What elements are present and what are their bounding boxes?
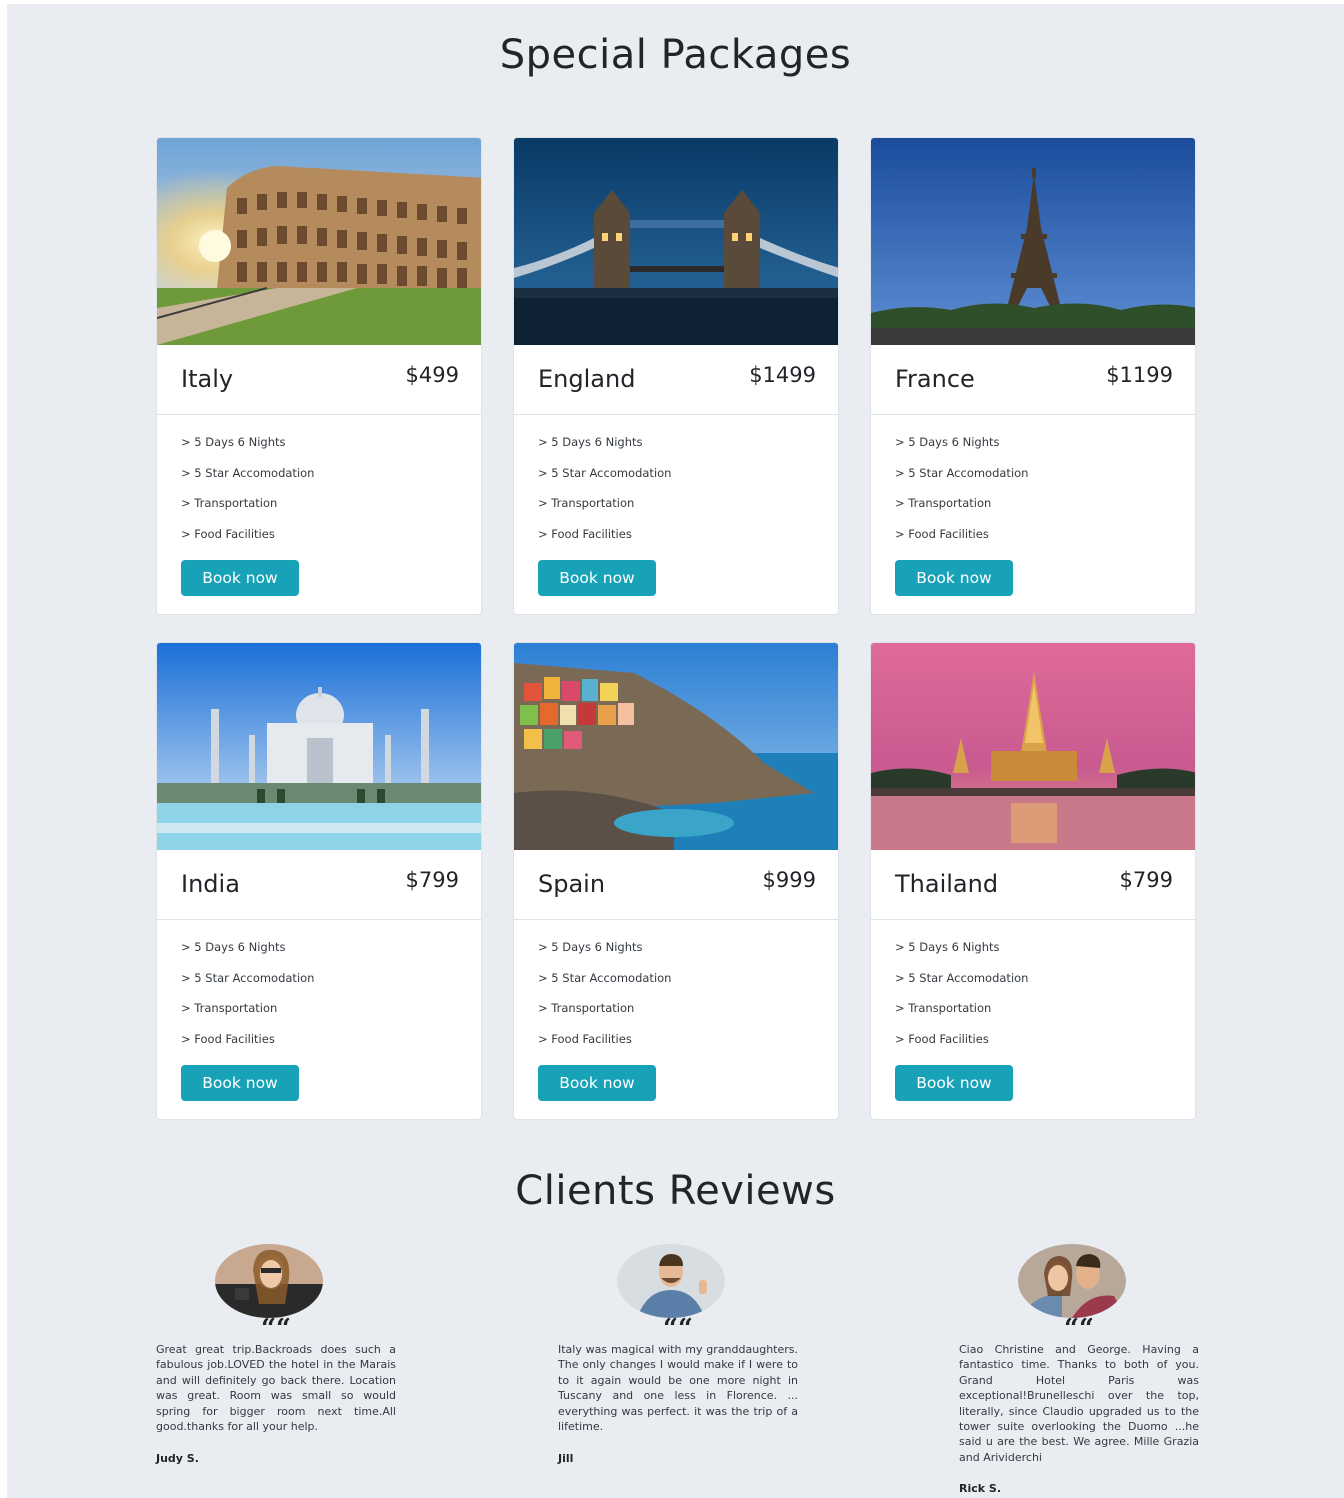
special-packages-title: Special Packages: [499, 32, 852, 78]
feature-item: > Food Facilities: [895, 527, 989, 542]
review-author: Rick S.: [959, 1482, 1002, 1495]
quote-icon: ““: [261, 1314, 291, 1344]
card-header: Thailand $799: [871, 850, 1195, 920]
package-card-england: England $1499 > 5 Days 6 Nights > 5 Star…: [513, 137, 839, 615]
feature-item: > Food Facilities: [538, 1032, 632, 1047]
book-now-button[interactable]: Book now: [895, 560, 1013, 596]
package-card-india: India $799 > 5 Days 6 Nights > 5 Star Ac…: [156, 642, 482, 1120]
feature-item: > 5 Star Accomodation: [895, 465, 1029, 480]
feature-item: > 5 Days 6 Nights: [895, 940, 1000, 954]
feature-item: > Transportation: [538, 1001, 635, 1016]
book-now-button[interactable]: Book now: [181, 1065, 299, 1101]
review-author: Jill: [558, 1452, 574, 1465]
package-price: $1199: [1106, 363, 1173, 387]
review-text: Ciao Christine and George. Having a fant…: [959, 1343, 1199, 1464]
card-header: England $1499: [514, 345, 838, 415]
package-card-spain: Spain $999 > 5 Days 6 Nights > 5 Star Ac…: [513, 642, 839, 1120]
book-now-button[interactable]: Book now: [181, 560, 299, 596]
quote-icon: ““: [1064, 1314, 1094, 1344]
feature-item: > Food Facilities: [538, 527, 632, 542]
feature-item: > Transportation: [181, 1001, 278, 1016]
country-name: Thailand: [895, 870, 999, 898]
avatar: [1018, 1244, 1126, 1318]
feature-item: > Transportation: [181, 496, 278, 511]
coastal-village-photo: [514, 643, 838, 850]
feature-list: > 5 Days 6 Nights > 5 Star Accomodation …: [895, 434, 1185, 557]
book-now-button[interactable]: Book now: [895, 1065, 1013, 1101]
package-price: $799: [1119, 868, 1173, 892]
feature-item: > Food Facilities: [895, 1032, 989, 1047]
feature-item: > 5 Star Accomodation: [538, 970, 672, 985]
country-name: Spain: [538, 870, 606, 898]
feature-item: > 5 Days 6 Nights: [895, 435, 1000, 449]
country-name: France: [895, 365, 975, 393]
package-card-thailand: Thailand $799 > 5 Days 6 Nights > 5 Star…: [870, 642, 1196, 1120]
feature-item: > 5 Star Accomodation: [895, 970, 1029, 985]
card-header: Italy $499: [157, 345, 481, 415]
feature-item: > Transportation: [895, 1001, 992, 1016]
country-name: India: [181, 870, 240, 898]
feature-item: > 5 Days 6 Nights: [538, 940, 643, 954]
card-header: Spain $999: [514, 850, 838, 920]
review-text: Italy was magical with my granddaughters…: [558, 1343, 798, 1434]
feature-item: > Food Facilities: [181, 527, 275, 542]
temple-photo: [871, 643, 1195, 850]
feature-item: > Transportation: [538, 496, 635, 511]
colosseum-photo: [157, 138, 481, 345]
package-card-france: France $1199 > 5 Days 6 Nights > 5 Star …: [870, 137, 1196, 615]
feature-list: > 5 Days 6 Nights > 5 Star Accomodation …: [181, 434, 471, 557]
tower-bridge-photo: [514, 138, 838, 345]
feature-list: > 5 Days 6 Nights > 5 Star Accomodation …: [181, 939, 471, 1062]
feature-item: > 5 Star Accomodation: [538, 465, 672, 480]
package-price: $999: [762, 868, 816, 892]
card-header: France $1199: [871, 345, 1195, 415]
review-text: Great great trip.Backroads does such a f…: [156, 1343, 396, 1434]
feature-item: > 5 Days 6 Nights: [181, 435, 286, 449]
book-now-button[interactable]: Book now: [538, 1065, 656, 1101]
feature-list: > 5 Days 6 Nights > 5 Star Accomodation …: [538, 939, 828, 1062]
package-price: $799: [405, 868, 459, 892]
feature-list: > 5 Days 6 Nights > 5 Star Accomodation …: [895, 939, 1185, 1062]
package-price: $1499: [749, 363, 816, 387]
feature-list: > 5 Days 6 Nights > 5 Star Accomodation …: [538, 434, 828, 557]
eiffel-tower-photo: [871, 138, 1195, 345]
feature-item: > 5 Days 6 Nights: [538, 435, 643, 449]
package-price: $499: [405, 363, 459, 387]
clients-reviews-title: Clients Reviews: [515, 1168, 836, 1214]
taj-mahal-photo: [157, 643, 481, 850]
page: Special Packages Italy $499 > 5 Days 6 N…: [7, 4, 1344, 1498]
feature-item: > 5 Days 6 Nights: [181, 940, 286, 954]
quote-icon: ““: [663, 1314, 693, 1344]
feature-item: > Food Facilities: [181, 1032, 275, 1047]
country-name: Italy: [181, 365, 234, 393]
book-now-button[interactable]: Book now: [538, 560, 656, 596]
card-header: India $799: [157, 850, 481, 920]
avatar: [617, 1244, 725, 1318]
feature-item: > Transportation: [895, 496, 992, 511]
feature-item: > 5 Star Accomodation: [181, 465, 315, 480]
package-card-italy: Italy $499 > 5 Days 6 Nights > 5 Star Ac…: [156, 137, 482, 615]
avatar: [215, 1244, 323, 1318]
review-author: Judy S.: [156, 1452, 199, 1465]
country-name: England: [538, 365, 636, 393]
feature-item: > 5 Star Accomodation: [181, 970, 315, 985]
